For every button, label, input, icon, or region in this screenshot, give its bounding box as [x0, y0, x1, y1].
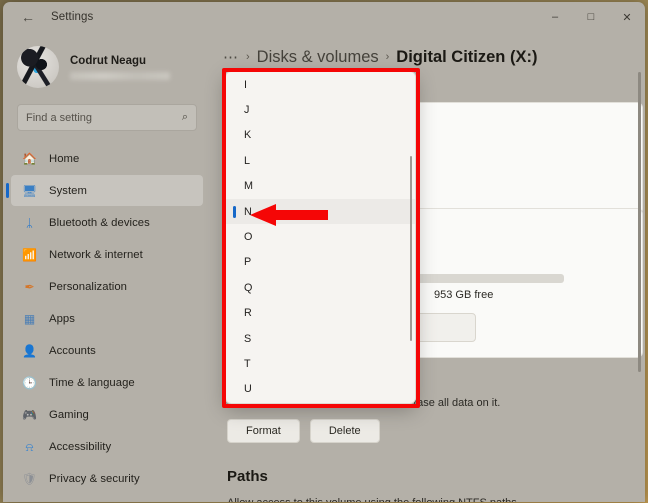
sidebar-nav: 🏠 Home 🖥 System ᛦ Bluetooth & devices 📶 Network… — [3, 143, 211, 502]
sidebar-item-time-language[interactable]: 🕒 Time & language — [11, 367, 203, 398]
window-controls: – □ ✕ — [537, 2, 645, 32]
sidebar: Codrut Neagu ⌕ 🏠 Home 🖥 System ᛦ Bluetooth & … — [3, 32, 211, 502]
capacity-free-text: 953 GB free — [434, 289, 494, 301]
sidebar-item-system[interactable]: 🖥 System — [6, 175, 203, 206]
sidebar-item-accounts[interactable]: 👤 Accounts — [11, 335, 203, 366]
search-icon: ⌕ — [181, 111, 188, 123]
breadcrumb-overflow-button[interactable]: ⋯ — [223, 48, 239, 66]
paths-section: Paths Allow access to this volume using … — [227, 468, 627, 502]
format-button[interactable]: Format — [227, 419, 300, 443]
user-email-redacted — [70, 71, 170, 80]
drive-letter-option-k[interactable]: K — [226, 123, 415, 148]
home-icon: 🏠 — [22, 151, 37, 166]
breadcrumb: ⋯ › Disks & volumes › Digital Citizen (X… — [211, 32, 645, 72]
sidebar-item-personalization[interactable]: ✒ Personalization — [11, 271, 203, 302]
sidebar-item-label: Privacy & security — [49, 472, 140, 485]
drive-letter-option-m[interactable]: M — [226, 174, 415, 199]
sidebar-item-gaming[interactable]: 🎮 Gaming — [11, 399, 203, 430]
breadcrumb-parent-link[interactable]: Disks & volumes — [257, 48, 379, 67]
sidebar-item-label: System — [49, 184, 87, 197]
drive-letter-option-p[interactable]: P — [226, 250, 415, 275]
accounts-icon: 👤 — [22, 343, 37, 358]
sidebar-item-accessibility[interactable]: ⍾ Accessibility — [11, 431, 203, 462]
paths-heading: Paths — [227, 468, 268, 485]
personalization-icon: ✒ — [24, 279, 35, 294]
sidebar-item-bluetooth-devices[interactable]: ᛦ Bluetooth & devices — [11, 207, 203, 238]
format-button-row: Format Delete — [227, 419, 627, 443]
sidebar-item-label: Personalization — [49, 280, 127, 293]
profile-text: Codrut Neagu — [70, 55, 170, 80]
drive-letter-option-r[interactable]: R — [226, 301, 415, 326]
sidebar-item-label: Time & language — [49, 376, 135, 389]
main-scrollbar[interactable] — [638, 72, 641, 372]
settings-window: ← Settings – □ ✕ Codrut Neagu ⌕ 🏠 Home 🖥 Sy… — [3, 2, 645, 502]
drive-letter-option-j[interactable]: J — [226, 97, 415, 122]
apps-icon: ▦ — [23, 311, 36, 326]
sidebar-item-label: Apps — [49, 312, 75, 325]
sidebar-item-label: Accessibility — [49, 440, 112, 453]
sidebar-item-label: Gaming — [49, 408, 89, 421]
bluetooth-devices-icon: ᛦ — [25, 215, 34, 230]
delete-button[interactable]: Delete — [309, 419, 380, 443]
privacy-security-icon: 🛡 — [21, 471, 38, 486]
drive-letter-list: IJKLMNOPQRSTU — [226, 72, 415, 402]
network-internet-icon: 📶 — [22, 247, 37, 262]
time-language-icon: 🕒 — [22, 375, 37, 390]
search-box[interactable]: ⌕ — [17, 104, 197, 131]
accessibility-icon: ⍾ — [25, 439, 34, 454]
sidebar-item-label: Bluetooth & devices — [49, 216, 150, 229]
system-icon: 🖥 — [21, 183, 38, 198]
paths-description: Allow access to this volume using the fo… — [227, 497, 627, 502]
close-button[interactable]: ✕ — [609, 2, 645, 32]
drive-letter-option-l[interactable]: L — [226, 148, 415, 173]
breadcrumb-separator-2: › — [385, 51, 390, 63]
page-title: Digital Citizen (X:) — [396, 47, 538, 66]
sidebar-item-label: Home — [49, 152, 80, 165]
user-profile[interactable]: Codrut Neagu — [3, 32, 211, 94]
window-title: Settings — [51, 11, 94, 23]
search-input[interactable] — [26, 111, 182, 124]
maximize-button[interactable]: □ — [573, 2, 609, 32]
drive-letter-option-t[interactable]: T — [226, 351, 415, 376]
avatar — [17, 46, 59, 88]
dropdown-scrollbar[interactable] — [409, 156, 412, 341]
drive-letter-option-q[interactable]: Q — [226, 275, 415, 300]
sidebar-item-apps[interactable]: ▦ Apps — [11, 303, 203, 334]
sidebar-item-label: Accounts — [49, 344, 96, 357]
drive-letter-dropdown[interactable]: IJKLMNOPQRSTU — [225, 71, 416, 404]
back-button[interactable]: ← — [13, 2, 43, 32]
sidebar-item-label: Network & internet — [49, 248, 143, 261]
sidebar-item-home[interactable]: 🏠 Home — [11, 143, 203, 174]
gaming-icon: 🎮 — [22, 407, 37, 422]
breadcrumb-separator-1: › — [246, 51, 250, 63]
minimize-button[interactable]: – — [537, 2, 573, 32]
drive-letter-option-s[interactable]: S — [226, 326, 415, 351]
drive-letter-option-i[interactable]: I — [226, 72, 415, 97]
drive-letter-option-n[interactable]: N — [226, 198, 415, 225]
sidebar-item-privacy-security[interactable]: 🛡 Privacy & security — [11, 463, 203, 494]
user-name: Codrut Neagu — [70, 54, 147, 67]
sidebar-item-network-internet[interactable]: 📶 Network & internet — [11, 239, 203, 270]
drive-letter-option-o[interactable]: O — [226, 224, 415, 249]
drive-letter-option-u[interactable]: U — [226, 377, 415, 402]
sidebar-item-windows-update[interactable]: ⟳Windows Update — [11, 495, 203, 502]
title-bar: ← Settings – □ ✕ — [3, 2, 645, 32]
